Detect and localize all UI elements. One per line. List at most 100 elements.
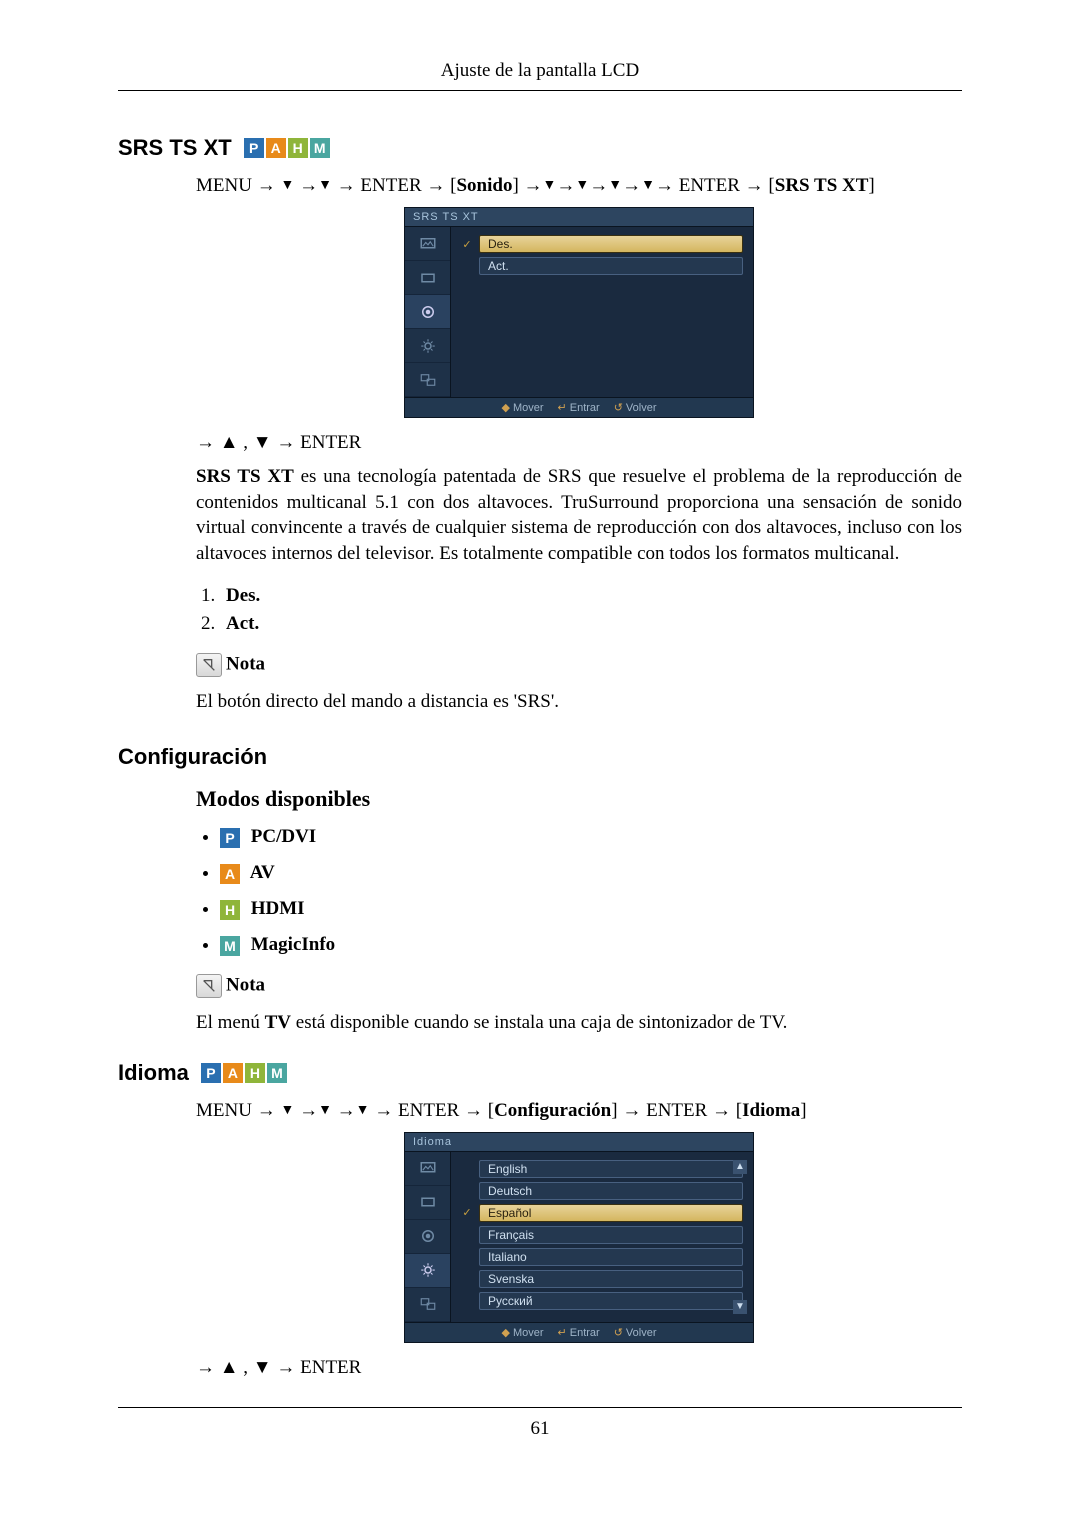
osd-input-icon [405, 261, 450, 295]
footer-rule [118, 1407, 962, 1408]
enter-icon: ↵ [558, 1327, 567, 1339]
osd-options: ✓ Des. Act. [451, 227, 753, 397]
badge-m-icon: M [310, 138, 330, 158]
down-arrow-icon: ▼ [280, 178, 294, 193]
osd-picture-icon [405, 1152, 450, 1186]
osd-option-selected: Español [479, 1204, 743, 1222]
badge-a-icon: A [266, 138, 286, 158]
check-icon: ✓ [461, 238, 473, 250]
osd-option: Svenska [479, 1270, 743, 1288]
osd-options: ▲ ▼ English Deutsch ✓ Español Français Italia… [451, 1152, 753, 1322]
srs-menu-path: MENU → ▼ →▼ → ENTER → [Sonido] →▼→▼→▼→▼→… [196, 175, 962, 197]
back-icon: ↺ [614, 402, 623, 414]
osd-sound-icon [405, 1220, 450, 1254]
srs-nota-text: El botón directo del mando a distancia e… [196, 689, 962, 715]
osd-option-act: Act. [461, 257, 743, 275]
down-arrow-icon: ▼ [280, 1103, 294, 1118]
nota-heading: Nota [196, 974, 962, 998]
modes-title: Modos disponibles [196, 786, 962, 812]
modes-list: P PC/DVI A AV H HDMI M MagicInfo [220, 826, 962, 956]
badge-h-icon: H [220, 900, 240, 920]
note-icon [196, 974, 222, 998]
osd-setup-icon [405, 329, 450, 363]
srs-options-list: Des. Act. [220, 585, 962, 635]
osd-menu-idioma: Idioma ▲ ▼ English Deutsch ✓ Español Françai… [404, 1132, 754, 1343]
osd-sound-icon [405, 295, 450, 329]
badge-m-icon: M [267, 1063, 287, 1083]
section-title-idioma: Idioma P A H M [118, 1060, 962, 1086]
config-nota-text: El menú TV está disponible cuando se ins… [196, 1010, 962, 1036]
osd-option-row: Deutsch [461, 1182, 743, 1200]
mode-badges: P A H M [244, 138, 330, 158]
down-arrow-icon: ▼ [641, 178, 655, 193]
osd-option: Français [479, 1226, 743, 1244]
osd-option-des: ✓ Des. [461, 235, 743, 253]
osd-option-row: Italiano [461, 1248, 743, 1266]
mode-badges: P A H M [201, 1063, 287, 1083]
srs-nav-after: → ▲ , ▼ → ENTER [196, 432, 962, 454]
badge-m-icon: M [220, 936, 240, 956]
check-icon [461, 1229, 473, 1241]
check-icon [461, 1251, 473, 1263]
badge-a-icon: A [223, 1063, 243, 1083]
down-arrow-icon: ▼ [608, 178, 622, 193]
badge-p-icon: P [220, 828, 240, 848]
down-arrow-icon: ▼ [543, 178, 557, 193]
osd-option-row: English [461, 1160, 743, 1178]
osd-setup-icon [405, 1254, 450, 1288]
osd-footer: ◆Mover ↵Entrar ↺Volver [405, 397, 753, 417]
badge-p-icon: P [244, 138, 264, 158]
page-header: Ajuste de la pantalla LCD [118, 60, 962, 90]
list-item: A AV [220, 862, 962, 884]
osd-option-row: Svenska [461, 1270, 743, 1288]
srs-description: SRS TS XT es una tecnología patentada de… [196, 464, 962, 567]
badge-h-icon: H [245, 1063, 265, 1083]
badge-a-icon: A [220, 864, 240, 884]
enter-icon: ↵ [558, 402, 567, 414]
badge-h-icon: H [288, 138, 308, 158]
osd-option-row: Русский [461, 1292, 743, 1310]
osd-option: Deutsch [479, 1182, 743, 1200]
osd-title: Idioma [405, 1133, 753, 1152]
osd-menu-srs: SRS TS XT ✓ Des. Act. ◆Mover [404, 207, 754, 418]
scroll-down-icon: ▼ [733, 1300, 747, 1314]
list-item: P PC/DVI [220, 826, 962, 848]
osd-sidebar [405, 227, 451, 397]
osd-option-row: ✓ Español [461, 1204, 743, 1222]
check-icon [461, 1295, 473, 1307]
osd-input-icon [405, 1186, 450, 1220]
down-arrow-icon: ▼ [575, 178, 589, 193]
section-title-config: Configuración [118, 744, 962, 770]
back-icon: ↺ [614, 1327, 623, 1339]
idioma-nav-after: → ▲ , ▼ → ENTER [196, 1357, 962, 1379]
section-title-srs-text: SRS TS XT [118, 135, 232, 161]
osd-footer: ◆Mover ↵Entrar ↺Volver [405, 1322, 753, 1342]
osd-title: SRS TS XT [405, 208, 753, 227]
check-icon [461, 1185, 473, 1197]
badge-p-icon: P [201, 1063, 221, 1083]
section-title-srs: SRS TS XT P A H M [118, 135, 962, 161]
check-icon [461, 1273, 473, 1285]
move-icon: ◆ [501, 1327, 509, 1339]
note-icon [196, 653, 222, 677]
down-arrow-icon: ▼ [318, 178, 332, 193]
move-icon: ◆ [501, 402, 509, 414]
osd-option-selected: Des. [479, 235, 743, 253]
osd-multi-icon [405, 363, 450, 397]
osd-option: Русский [479, 1292, 743, 1310]
osd-option: Italiano [479, 1248, 743, 1266]
page-number: 61 [118, 1418, 962, 1440]
osd-option: Act. [479, 257, 743, 275]
scroll-up-icon: ▲ [733, 1160, 747, 1174]
down-arrow-icon: ▼ [356, 1103, 370, 1118]
osd-picture-icon [405, 227, 450, 261]
osd-option: English [479, 1160, 743, 1178]
osd-sidebar [405, 1152, 451, 1322]
osd-multi-icon [405, 1288, 450, 1322]
header-rule [118, 90, 962, 91]
osd-option-row: Français [461, 1226, 743, 1244]
idioma-menu-path: MENU → ▼ →▼ →▼ → ENTER → [Configuración]… [196, 1100, 962, 1122]
list-item: Act. [220, 613, 962, 635]
list-item: H HDMI [220, 898, 962, 920]
check-icon: ✓ [461, 1207, 473, 1219]
